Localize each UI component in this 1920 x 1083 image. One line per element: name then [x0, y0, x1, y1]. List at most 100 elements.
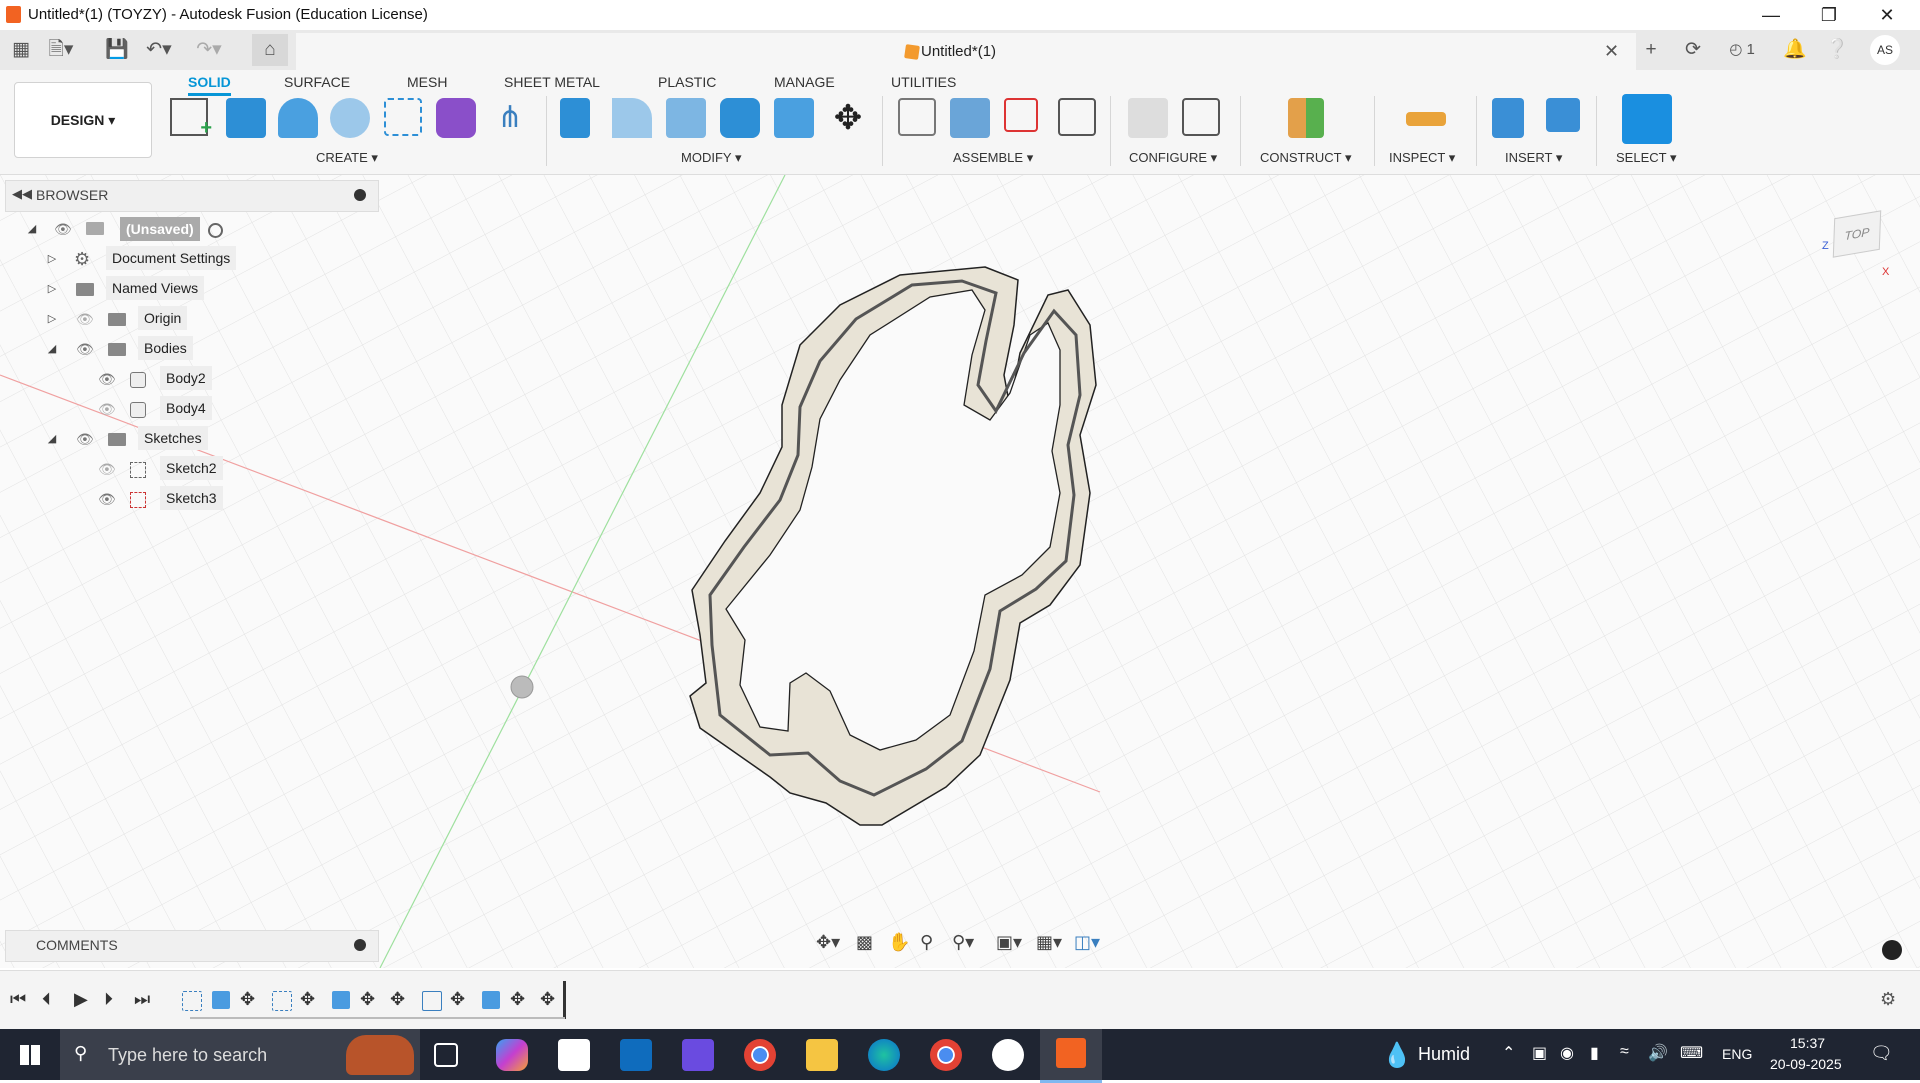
workspace-switcher[interactable]: DESIGN ▾	[14, 82, 152, 158]
pan-icon[interactable]: ✋	[888, 932, 910, 953]
timeline-marker-handle[interactable]	[563, 981, 566, 1019]
viewcube-face[interactable]: TOP	[1832, 210, 1882, 258]
go-to-end-icon[interactable]: ⏭	[134, 989, 150, 1010]
job-status-icon[interactable]: ◴ 1	[1722, 38, 1762, 62]
collapse-panel-icon[interactable]: ◀◀	[12, 186, 32, 202]
expand-right-icon[interactable]: ▷	[46, 306, 58, 332]
visibility-eye-icon[interactable]: 👁	[76, 426, 94, 452]
timeline-move-icon[interactable]: ✥	[450, 989, 465, 1010]
hidden-eye-icon[interactable]: 👁	[76, 306, 94, 332]
notification-app-icon[interactable]	[992, 1039, 1024, 1071]
hidden-eye-icon[interactable]: 👁	[98, 456, 116, 482]
3d-viewport[interactable]	[0, 175, 1920, 968]
tree-item-document-settings[interactable]: ▷ ⚙ Document Settings	[46, 246, 246, 272]
zoom-icon[interactable]: ⚲	[920, 932, 933, 953]
expand-right-icon[interactable]: ▷	[46, 276, 58, 302]
go-to-start-icon[interactable]: ⏮	[10, 989, 26, 1010]
tree-root[interactable]: ◢ 👁 (Unsaved)	[20, 216, 240, 242]
tab-solid[interactable]: SOLID	[188, 74, 231, 96]
minimize-button[interactable]: —	[1742, 0, 1800, 30]
step-back-icon[interactable]: ⏴	[42, 989, 51, 1010]
tree-item-body4[interactable]: 👁 Body4	[96, 396, 236, 422]
play-icon[interactable]: ▶	[74, 989, 88, 1010]
create-sketch-icon[interactable]: +	[170, 98, 212, 139]
new-component-icon[interactable]	[898, 98, 936, 136]
help-icon[interactable]: ❔	[1824, 38, 1850, 62]
offset-plane-icon[interactable]	[1288, 98, 1324, 138]
viewcube[interactable]: TOP Z X	[1822, 208, 1889, 278]
grid-settings-icon[interactable]: ▦▾	[1036, 932, 1062, 953]
wifi-icon[interactable]: ≈	[1620, 1043, 1629, 1061]
move-icon[interactable]: ✥	[828, 98, 868, 138]
timeline-extrude-icon[interactable]	[332, 991, 350, 1009]
group-configure[interactable]: CONFIGURE ▾	[1129, 150, 1217, 166]
pattern-icon[interactable]	[384, 98, 422, 136]
group-select[interactable]: SELECT ▾	[1616, 150, 1676, 166]
expand-right-icon[interactable]: ▷	[46, 246, 58, 272]
revolve-icon[interactable]	[278, 98, 318, 138]
store-icon[interactable]	[558, 1039, 590, 1071]
vpn-app-icon[interactable]	[682, 1039, 714, 1071]
timeline-sketch-icon[interactable]	[182, 991, 202, 1011]
timeline-extrude-icon[interactable]	[212, 991, 230, 1009]
bill-of-materials-icon[interactable]	[1058, 98, 1096, 136]
visibility-eye-icon[interactable]: 👁	[98, 366, 116, 392]
taskbar-search-box[interactable]: ⚲ Type here to search	[60, 1029, 420, 1080]
chamfer-icon[interactable]	[666, 98, 706, 138]
group-insert[interactable]: INSERT ▾	[1505, 150, 1562, 166]
timeline-settings-icon[interactable]: ⚙	[1880, 989, 1896, 1010]
measure-icon[interactable]	[1406, 112, 1446, 126]
copilot-icon[interactable]	[496, 1039, 528, 1071]
tab-surface[interactable]: SURFACE	[284, 74, 350, 90]
shell-icon[interactable]	[720, 98, 760, 138]
notification-center-icon[interactable]: 🗨	[1870, 1043, 1893, 1064]
joint-icon[interactable]	[950, 98, 990, 138]
timeline-move-icon[interactable]: ✥	[360, 989, 375, 1010]
hidden-eye-icon[interactable]: 👁	[98, 396, 116, 422]
fusion-taskbar-button[interactable]	[1040, 1029, 1102, 1083]
grid-apps-icon[interactable]: ▦	[8, 38, 34, 62]
tab-sheet-metal[interactable]: SHEET METAL	[504, 74, 600, 90]
tree-item-bodies[interactable]: ◢ 👁 Bodies	[46, 336, 206, 362]
configure-table-icon[interactable]	[1128, 98, 1168, 138]
timeline-move-icon[interactable]: ✥	[240, 989, 255, 1010]
tree-item-sketch2[interactable]: 👁 Sketch2	[96, 456, 236, 482]
timeline-sketch-icon[interactable]	[272, 991, 292, 1011]
configure-rules-icon[interactable]	[1182, 98, 1220, 136]
tab-manage[interactable]: MANAGE	[774, 74, 835, 90]
tree-item-sketches[interactable]: ◢ 👁 Sketches	[46, 426, 208, 452]
keyboard-icon[interactable]: ⌨	[1680, 1043, 1703, 1063]
timeline-move-icon[interactable]: ✥	[540, 989, 555, 1010]
timeline-move-icon[interactable]: ✥	[510, 989, 525, 1010]
timeline-scale-icon[interactable]	[422, 991, 442, 1011]
tray-chevron-icon[interactable]: ⌃	[1502, 1043, 1515, 1063]
group-modify[interactable]: MODIFY ▾	[681, 150, 741, 166]
combine-icon[interactable]	[774, 98, 814, 138]
home-icon[interactable]: ⌂	[252, 34, 288, 66]
browser-options-icon[interactable]	[354, 189, 366, 201]
task-view-icon[interactable]	[434, 1043, 458, 1067]
restore-button[interactable]: ❐	[1800, 0, 1858, 30]
visibility-eye-icon[interactable]: 👁	[76, 336, 94, 362]
form-icon[interactable]	[436, 98, 476, 138]
expand-down-icon[interactable]: ◢	[46, 426, 58, 452]
document-tab[interactable]: Untitled*(1) ✕	[296, 33, 1636, 70]
file-explorer-icon[interactable]	[806, 1039, 838, 1071]
notifications-icon[interactable]: 🔔	[1782, 38, 1808, 62]
insert-canvas-icon[interactable]	[1546, 98, 1580, 132]
tab-mesh[interactable]: MESH	[407, 74, 447, 90]
add-comment-icon[interactable]	[354, 939, 366, 951]
outlook-icon[interactable]	[620, 1039, 652, 1071]
visibility-eye-icon[interactable]: 👁	[98, 486, 116, 512]
timeline-move-icon[interactable]: ✥	[390, 989, 405, 1010]
volume-icon[interactable]: 🔊	[1648, 1043, 1668, 1063]
tree-item-body2[interactable]: 👁 Body2	[96, 366, 236, 392]
file-menu-icon[interactable]: 🗎▾	[48, 38, 74, 62]
undo-icon[interactable]: ↶▾	[146, 38, 172, 62]
look-at-icon[interactable]: ▩	[856, 932, 873, 953]
weather-text[interactable]: Humid	[1418, 1044, 1470, 1065]
close-tab-icon[interactable]: ✕	[1604, 41, 1619, 62]
screen-record-icon[interactable]: ◉	[1560, 1043, 1574, 1063]
fusion-split-icon[interactable]: ⋔	[490, 98, 530, 138]
windows-start-icon[interactable]	[20, 1045, 40, 1065]
